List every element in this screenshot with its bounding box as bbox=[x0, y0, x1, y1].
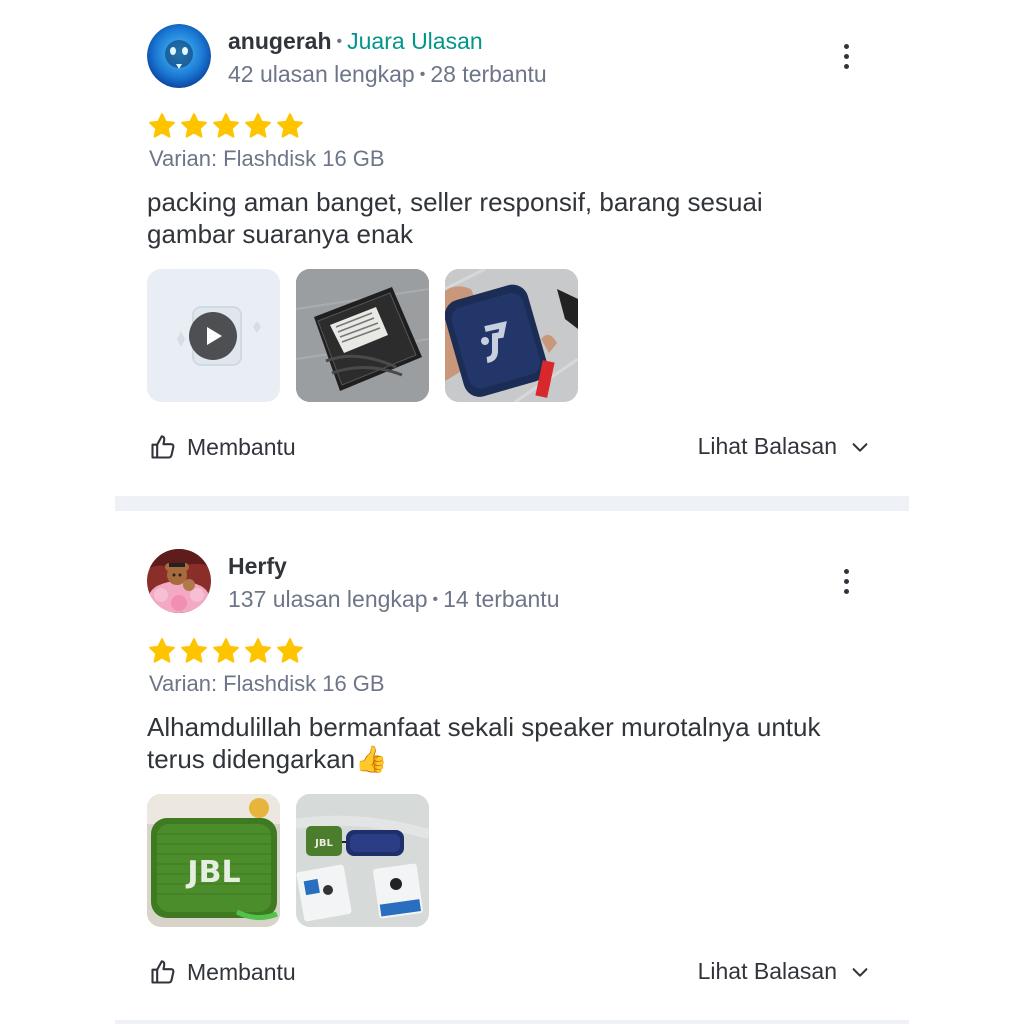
star-icon bbox=[277, 113, 303, 138]
view-replies-label: Lihat Balasan bbox=[697, 958, 837, 984]
star-icon bbox=[213, 113, 239, 138]
review-text-line: terus didengarkan👍 bbox=[147, 744, 388, 774]
avatar[interactable] bbox=[147, 549, 211, 613]
view-replies-button[interactable]: Lihat Balasan bbox=[698, 958, 871, 985]
photo-thumbnail[interactable] bbox=[445, 269, 578, 402]
review-text-line: Alhamdulillah bermanfaat sekali speaker … bbox=[147, 712, 821, 742]
more-options-button[interactable] bbox=[831, 563, 861, 603]
review-text: Alhamdulillah bermanfaat sekali speaker … bbox=[147, 711, 887, 775]
helpful-label: Membantu bbox=[187, 958, 296, 985]
chevron-down-icon bbox=[852, 967, 868, 977]
chevron-down-icon bbox=[852, 442, 868, 452]
username-line: anugerah • Juara Ulasan bbox=[228, 28, 483, 55]
thumbs-up-icon bbox=[151, 435, 175, 459]
view-replies-button[interactable]: Lihat Balasan bbox=[698, 433, 871, 460]
star-icon bbox=[149, 638, 175, 663]
helpful-label: Membantu bbox=[187, 433, 296, 460]
photo-thumbnail[interactable]: JBL bbox=[147, 794, 280, 927]
separator-dot: • bbox=[432, 591, 439, 608]
separator-dot: • bbox=[419, 66, 426, 83]
review-text-line: packing aman banget, seller responsif, b… bbox=[147, 187, 763, 217]
helpful-button[interactable]: Membantu bbox=[149, 958, 296, 986]
jbl-logo: JBL bbox=[185, 855, 240, 890]
review-divider bbox=[115, 1020, 909, 1024]
username-line: Herfy bbox=[228, 553, 287, 580]
thumbs-up-icon bbox=[151, 960, 175, 984]
variant-label: Varian: Flashdisk 16 GB bbox=[149, 671, 385, 696]
review-text-line: gambar suaranya enak bbox=[147, 219, 413, 249]
reviewer-stats: 42 ulasan lengkap • 28 terbantu bbox=[228, 61, 547, 88]
star-icon bbox=[277, 638, 303, 663]
reviewer-stats: 137 ulasan lengkap • 14 terbantu bbox=[228, 586, 559, 613]
more-options-button[interactable] bbox=[831, 38, 861, 78]
review-divider bbox=[115, 496, 909, 511]
separator-dot: • bbox=[336, 33, 343, 50]
jbl-logo: JBL bbox=[314, 838, 333, 849]
media-gallery bbox=[147, 269, 578, 402]
review-count: 137 ulasan lengkap bbox=[228, 586, 428, 612]
rating-stars bbox=[147, 636, 305, 666]
video-thumbnail[interactable] bbox=[147, 269, 280, 402]
variant-label: Varian: Flashdisk 16 GB bbox=[149, 146, 385, 171]
helpful-count: 14 terbantu bbox=[443, 586, 560, 612]
view-replies-label: Lihat Balasan bbox=[697, 433, 837, 459]
star-icon bbox=[245, 113, 271, 138]
avatar[interactable] bbox=[147, 24, 211, 88]
rating-stars bbox=[147, 111, 305, 141]
reviewer-badge: Juara Ulasan bbox=[347, 28, 483, 54]
username[interactable]: Herfy bbox=[228, 553, 287, 579]
photo-thumbnail[interactable] bbox=[296, 269, 429, 402]
media-gallery: JBL JBL bbox=[147, 794, 429, 927]
star-icon bbox=[149, 113, 175, 138]
username[interactable]: anugerah bbox=[228, 28, 332, 54]
star-icon bbox=[181, 113, 207, 138]
helpful-count: 28 terbantu bbox=[430, 61, 547, 87]
star-icon bbox=[245, 638, 271, 663]
review-text: packing aman banget, seller responsif, b… bbox=[147, 186, 887, 250]
star-icon bbox=[181, 638, 207, 663]
review-count: 42 ulasan lengkap bbox=[228, 61, 415, 87]
photo-thumbnail[interactable]: JBL bbox=[296, 794, 429, 927]
helpful-button[interactable]: Membantu bbox=[149, 433, 296, 461]
star-icon bbox=[213, 638, 239, 663]
